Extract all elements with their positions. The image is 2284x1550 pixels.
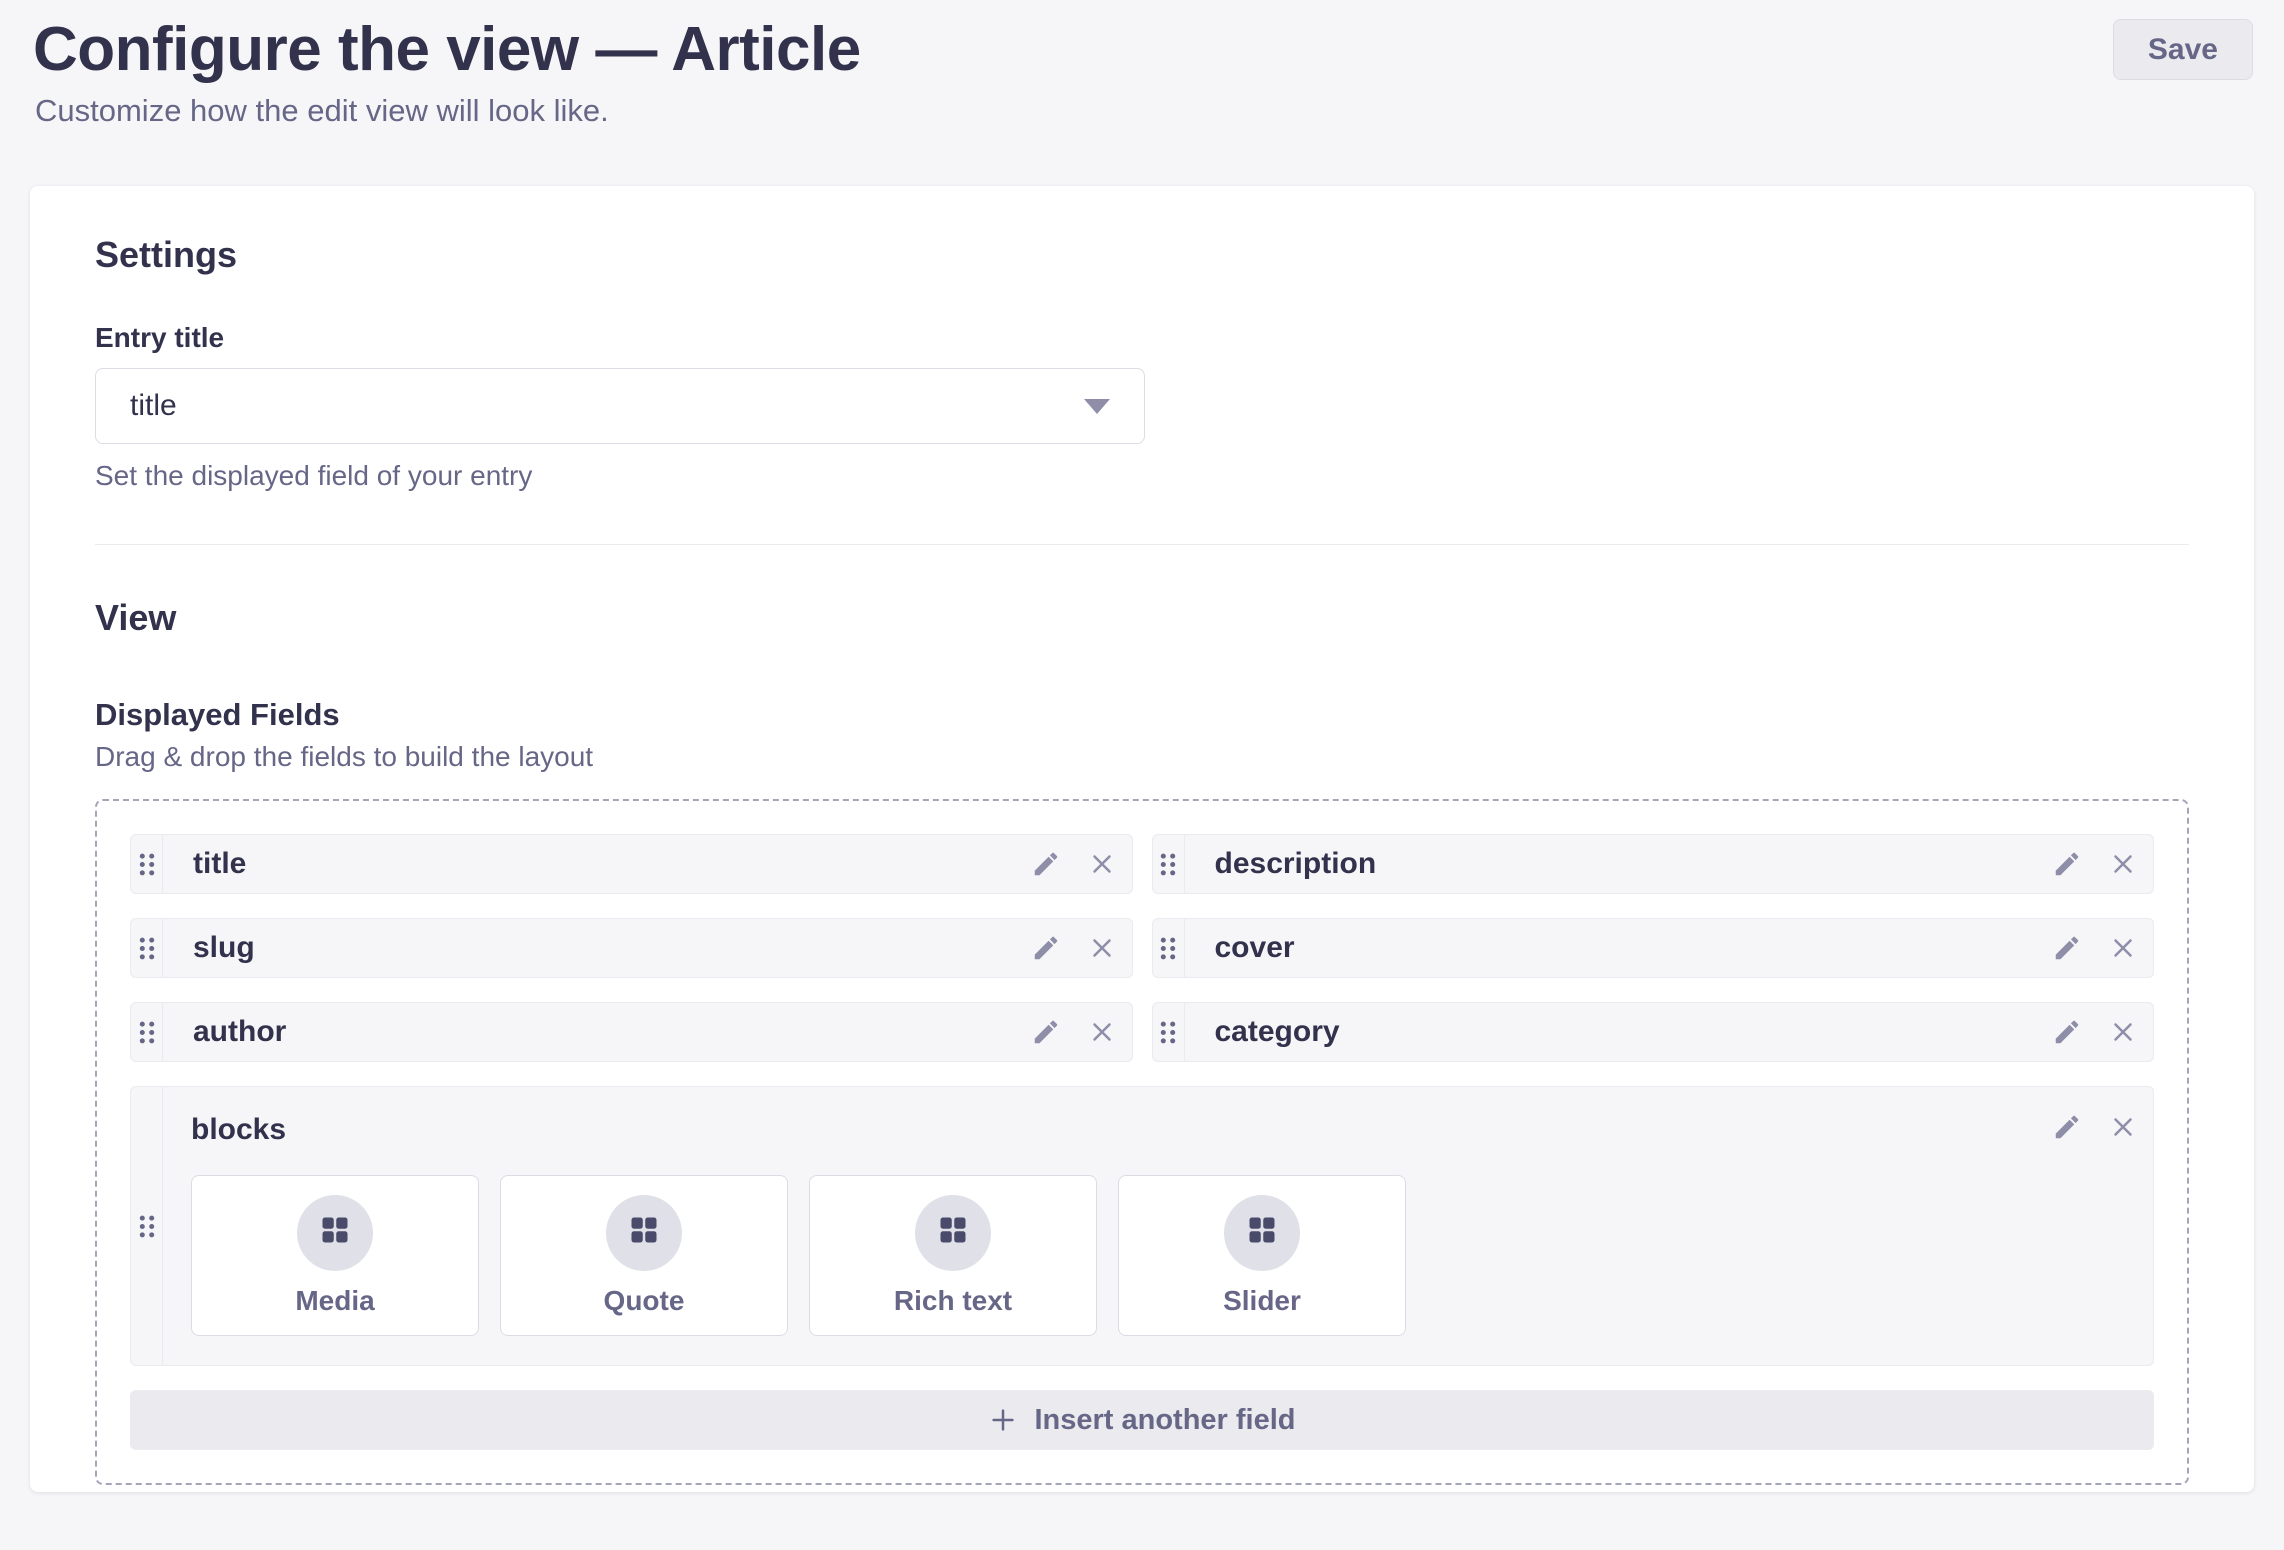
cross-icon[interactable]: [1082, 928, 1122, 968]
plus-icon: [988, 1405, 1018, 1435]
page-header: Configure the view — Article Customize h…: [0, 0, 2284, 129]
insert-another-field-button[interactable]: Insert another field: [130, 1390, 2154, 1450]
entry-title-select[interactable]: title: [95, 368, 1145, 444]
entry-title-hint: Set the displayed field of your entry: [95, 460, 2189, 492]
component-label: Quote: [604, 1285, 685, 1317]
grid-icon: [938, 1215, 968, 1250]
cross-icon[interactable]: [2103, 1012, 2143, 1052]
field-row-cover[interactable]: cover: [1152, 918, 2155, 978]
field-name: title: [193, 847, 246, 881]
field-name: slug: [193, 931, 255, 965]
entry-title-label: Entry title: [95, 322, 2189, 354]
component-label: Slider: [1223, 1285, 1301, 1317]
field-row-description[interactable]: description: [1152, 834, 2155, 894]
configuration-card: Settings Entry title title Set the displ…: [30, 186, 2254, 1492]
pencil-icon[interactable]: [2047, 1107, 2087, 1147]
section-divider: [95, 544, 2189, 545]
field-name: description: [1215, 847, 1377, 881]
caret-down-icon: [1084, 399, 1110, 414]
component-card-rich-text[interactable]: Rich text: [809, 1175, 1097, 1336]
displayed-fields-hint: Drag & drop the fields to build the layo…: [95, 741, 2189, 773]
field-row-slug[interactable]: slug: [130, 918, 1133, 978]
drag-handle-icon[interactable]: [131, 1087, 163, 1365]
cross-icon[interactable]: [2103, 844, 2143, 884]
grid-icon: [629, 1215, 659, 1250]
displayed-fields-label: Displayed Fields: [95, 697, 2189, 733]
field-row-title[interactable]: title: [130, 834, 1133, 894]
component-card-media[interactable]: Media: [191, 1175, 479, 1336]
field-row-blocks[interactable]: blocks Media Quote Ri: [130, 1086, 2154, 1366]
pencil-icon[interactable]: [1026, 928, 1066, 968]
drag-handle-icon[interactable]: [1153, 919, 1185, 977]
insert-another-field-label: Insert another field: [1034, 1404, 1295, 1437]
entry-title-select-value: title: [130, 389, 177, 423]
cross-icon[interactable]: [1082, 844, 1122, 884]
component-list: Media Quote Rich text Slider: [191, 1175, 2139, 1336]
cross-icon[interactable]: [1082, 1012, 1122, 1052]
cross-icon[interactable]: [2103, 1107, 2143, 1147]
displayed-fields-header: Displayed Fields Drag & drop the fields …: [95, 697, 2189, 773]
grid-icon: [320, 1215, 350, 1250]
page-title: Configure the view — Article: [33, 14, 2253, 85]
grid-icon: [1247, 1215, 1277, 1250]
entry-title-field: Entry title title Set the displayed fiel…: [95, 322, 2189, 492]
pencil-icon[interactable]: [2047, 844, 2087, 884]
page-subtitle: Customize how the edit view will look li…: [35, 93, 2253, 129]
pencil-icon[interactable]: [1026, 844, 1066, 884]
component-card-slider[interactable]: Slider: [1118, 1175, 1406, 1336]
drag-handle-icon[interactable]: [131, 919, 163, 977]
component-label: Rich text: [894, 1285, 1012, 1317]
field-row-author[interactable]: author: [130, 1002, 1133, 1062]
fields-drop-zone: title description slug cover: [95, 799, 2189, 1485]
field-row-category[interactable]: category: [1152, 1002, 2155, 1062]
drag-handle-icon[interactable]: [1153, 835, 1185, 893]
pencil-icon[interactable]: [1026, 1012, 1066, 1052]
component-label: Media: [295, 1285, 374, 1317]
drag-handle-icon[interactable]: [1153, 1003, 1185, 1061]
field-name: category: [1215, 1015, 1340, 1049]
field-name: blocks: [191, 1113, 2139, 1147]
cross-icon[interactable]: [2103, 928, 2143, 968]
component-card-quote[interactable]: Quote: [500, 1175, 788, 1336]
drag-handle-icon[interactable]: [131, 1003, 163, 1061]
drag-handle-icon[interactable]: [131, 835, 163, 893]
pencil-icon[interactable]: [2047, 1012, 2087, 1052]
view-heading: View: [95, 597, 2189, 639]
settings-heading: Settings: [95, 234, 2189, 276]
pencil-icon[interactable]: [2047, 928, 2087, 968]
save-button[interactable]: Save: [2113, 19, 2253, 80]
field-name: cover: [1215, 931, 1295, 965]
field-name: author: [193, 1015, 286, 1049]
